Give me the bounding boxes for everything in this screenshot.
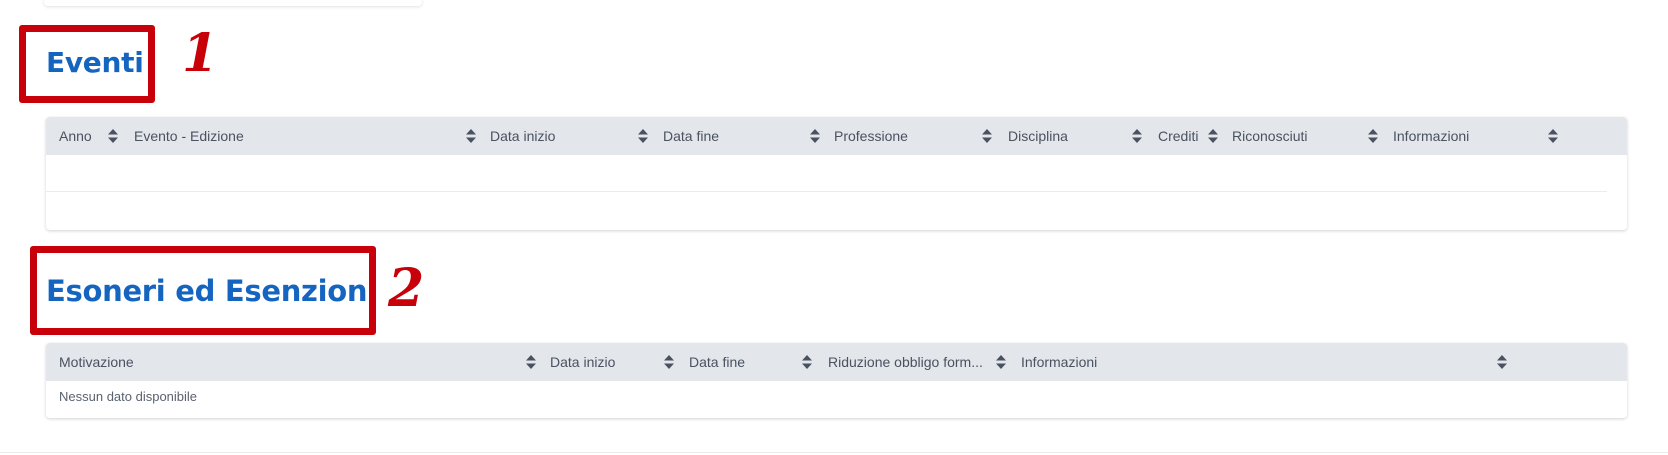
column-header-riconosciuti[interactable]: Riconosciuti: [1232, 117, 1307, 155]
sort-icon[interactable]: [982, 129, 992, 143]
column-header-data-inizio[interactable]: Data inizio: [490, 117, 555, 155]
sort-icon[interactable]: [466, 129, 476, 143]
sort-icon[interactable]: [526, 355, 536, 369]
column-header-disciplina[interactable]: Disciplina: [1008, 117, 1068, 155]
sort-icon[interactable]: [664, 355, 674, 369]
annotation-box-1: [19, 25, 155, 103]
esoneri-table-header: Motivazione Data inizio Data fine Riduzi…: [46, 343, 1627, 381]
column-header-riduzione-obbligo[interactable]: Riduzione obbligo form...: [828, 343, 983, 381]
sort-icon[interactable]: [802, 355, 812, 369]
column-header-anno[interactable]: Anno: [59, 117, 92, 155]
column-header-professione[interactable]: Professione: [834, 117, 908, 155]
previous-card-edge: [44, 0, 422, 6]
sort-icon[interactable]: [810, 129, 820, 143]
column-header-motivazione[interactable]: Motivazione: [59, 343, 134, 381]
column-header-evento-edizione[interactable]: Evento - Edizione: [134, 117, 244, 155]
page: Eventi 1 Anno Evento - Edizione Data ini…: [0, 0, 1668, 455]
annotation-number-1: 1: [182, 23, 219, 84]
sort-icon[interactable]: [108, 129, 118, 143]
column-header-data-inizio[interactable]: Data inizio: [550, 343, 615, 381]
table-row: [46, 155, 1607, 192]
annotation-number-2: 2: [388, 258, 425, 319]
eventi-table: Anno Evento - Edizione Data inizio Data …: [46, 117, 1627, 230]
sort-icon[interactable]: [1497, 355, 1507, 369]
sort-icon[interactable]: [996, 355, 1006, 369]
column-header-informazioni[interactable]: Informazioni: [1393, 117, 1469, 155]
annotation-box-2: [30, 246, 376, 335]
divider: [0, 452, 1668, 453]
sort-icon[interactable]: [1548, 129, 1558, 143]
column-header-data-fine[interactable]: Data fine: [663, 117, 719, 155]
table-row: [46, 192, 1607, 228]
column-header-data-fine[interactable]: Data fine: [689, 343, 745, 381]
empty-table-message: Nessun dato disponibile: [59, 389, 198, 404]
sort-icon[interactable]: [1132, 129, 1142, 143]
sort-icon[interactable]: [1368, 129, 1378, 143]
column-header-crediti[interactable]: Crediti: [1158, 117, 1198, 155]
eventi-table-header: Anno Evento - Edizione Data inizio Data …: [46, 117, 1627, 155]
sort-icon[interactable]: [1208, 129, 1218, 143]
sort-icon[interactable]: [638, 129, 648, 143]
column-header-informazioni[interactable]: Informazioni: [1021, 343, 1097, 381]
esoneri-table: Motivazione Data inizio Data fine Riduzi…: [46, 343, 1627, 418]
